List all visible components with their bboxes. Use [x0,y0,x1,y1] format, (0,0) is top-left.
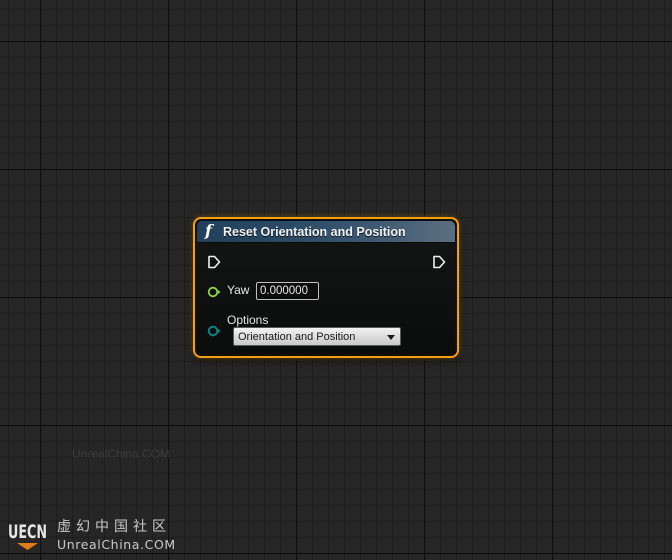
watermark-chinese-text: 虚幻中国社区 [57,519,171,535]
uecn-logo-icon: UECN [8,521,47,550]
chevron-down-icon [387,335,395,340]
node-header[interactable]: f Reset Orientation and Position [197,221,455,243]
options-label: Options [227,313,269,327]
yaw-value-input[interactable] [256,282,319,300]
options-dropdown[interactable]: Orientation and Position [233,327,401,346]
logo-text: UECN [8,521,47,543]
exec-input-pin-icon[interactable] [207,255,221,269]
exec-output-pin-icon[interactable] [432,255,446,269]
node-title: Reset Orientation and Position [223,225,406,239]
node-body: f Reset Orientation and Position Yaw Opt… [197,221,455,354]
function-f-icon: f [205,221,212,240]
faint-watermark: UnrealChina.COM [72,447,171,461]
reset-orientation-node[interactable]: f Reset Orientation and Position Yaw Opt… [193,217,459,358]
options-dropdown-value: Orientation and Position [238,331,356,343]
yaw-pin-icon[interactable] [207,285,221,299]
watermark-site-text: UnrealChina.COM [57,537,176,552]
options-pin-icon[interactable] [207,324,221,338]
yaw-label: Yaw [227,283,250,297]
